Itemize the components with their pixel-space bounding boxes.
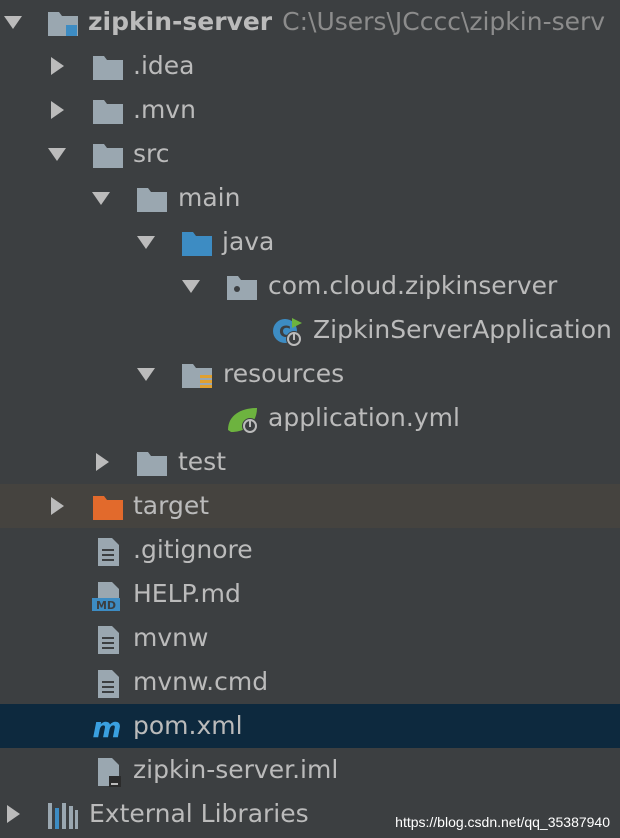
expand-arrow-icon[interactable] — [46, 132, 68, 176]
tree-label-gitignore: .gitignore — [133, 535, 253, 564]
tree-label-target: target — [133, 491, 210, 520]
expand-arrow-icon[interactable] — [135, 352, 157, 396]
maven-icon: m — [91, 712, 125, 742]
tree-label-mvn: .mvn — [133, 95, 196, 124]
tree-label-idea: .idea — [133, 51, 195, 80]
tree-row-java[interactable]: java — [0, 220, 620, 264]
tree-label-mvnw: mvnw — [133, 623, 209, 652]
tree-row-resources[interactable]: resources — [0, 352, 620, 396]
svg-text:MD: MD — [96, 599, 116, 612]
tree-row-pom[interactable]: m pom.xml — [0, 704, 620, 748]
iml-file-icon — [95, 756, 129, 787]
tree-row-application-class[interactable]: C ZipkinServerApplication — [0, 308, 620, 352]
tree-label-main: main — [178, 183, 241, 212]
tree-row-application-yml[interactable]: application.yml — [0, 396, 620, 440]
folder-icon — [135, 448, 169, 478]
collapsed-arrow-icon[interactable] — [46, 484, 68, 528]
tree-label-iml: zipkin-server.iml — [133, 755, 339, 784]
source-folder-icon — [180, 228, 214, 258]
tree-label-application-class: ZipkinServerApplication — [313, 315, 612, 344]
libraries-icon — [46, 800, 80, 830]
text-file-icon — [95, 668, 129, 698]
tree-row-test[interactable]: test — [0, 440, 620, 484]
tree-row-idea[interactable]: .idea — [0, 44, 620, 88]
tree-label-help-md: HELP.md — [133, 579, 241, 608]
expand-arrow-icon[interactable] — [2, 0, 24, 44]
module-folder-icon — [46, 8, 80, 38]
tree-label-test: test — [178, 447, 227, 476]
text-file-icon — [95, 536, 129, 566]
watermark: https://blog.csdn.net/qq_35387940 — [395, 814, 610, 830]
tree-row-iml[interactable]: zipkin-server.iml — [0, 748, 620, 792]
folder-icon — [91, 140, 125, 170]
tree-row-mvn[interactable]: .mvn — [0, 88, 620, 132]
tree-row-gitignore[interactable]: .gitignore — [0, 528, 620, 572]
text-file-icon — [95, 624, 129, 654]
tree-label-external-libraries: External Libraries — [89, 799, 309, 828]
spring-config-icon — [225, 404, 259, 434]
folder-icon — [91, 96, 125, 126]
tree-row-mvnw[interactable]: mvnw — [0, 616, 620, 660]
project-path: C:\Users\JCccc\zipkin-serv — [282, 7, 606, 36]
expand-arrow-icon[interactable] — [180, 264, 202, 308]
tree-row-mvnw-cmd[interactable]: mvnw.cmd — [0, 660, 620, 704]
excluded-folder-icon — [91, 492, 125, 522]
spring-boot-class-icon: C — [270, 316, 304, 347]
collapsed-arrow-icon[interactable] — [91, 440, 113, 484]
collapsed-arrow-icon[interactable] — [2, 792, 24, 836]
collapsed-arrow-icon[interactable] — [46, 44, 68, 88]
collapsed-arrow-icon[interactable] — [46, 88, 68, 132]
expand-arrow-icon[interactable] — [90, 176, 112, 220]
folder-icon — [91, 52, 125, 82]
tree-row-package[interactable]: com.cloud.zipkinserver — [0, 264, 620, 308]
tree-row-zipkin-server[interactable]: zipkin-server C:\Users\JCccc\zipkin-serv — [0, 0, 620, 44]
tree-label-mvnw-cmd: mvnw.cmd — [133, 667, 269, 696]
package-icon — [225, 272, 259, 302]
resources-folder-icon — [180, 360, 214, 390]
tree-label-resources: resources — [223, 359, 345, 388]
tree-row-src[interactable]: src — [0, 132, 620, 176]
tree-row-target[interactable]: target — [0, 484, 620, 528]
project-name: zipkin-server — [88, 7, 273, 36]
tree-label-application-yml: application.yml — [268, 403, 460, 432]
project-tree: zipkin-server C:\Users\JCccc\zipkin-serv … — [0, 0, 620, 836]
tree-label-package: com.cloud.zipkinserver — [268, 271, 558, 300]
tree-label-pom: pom.xml — [133, 711, 243, 740]
tree-label-java: java — [222, 227, 275, 256]
tree-label-src: src — [133, 139, 170, 168]
svg-text:m: m — [92, 712, 121, 742]
tree-row-main[interactable]: main — [0, 176, 620, 220]
tree-row-help-md[interactable]: MD HELP.md — [0, 572, 620, 616]
folder-icon — [135, 184, 169, 214]
markdown-icon: MD — [91, 580, 125, 612]
expand-arrow-icon[interactable] — [135, 220, 157, 264]
